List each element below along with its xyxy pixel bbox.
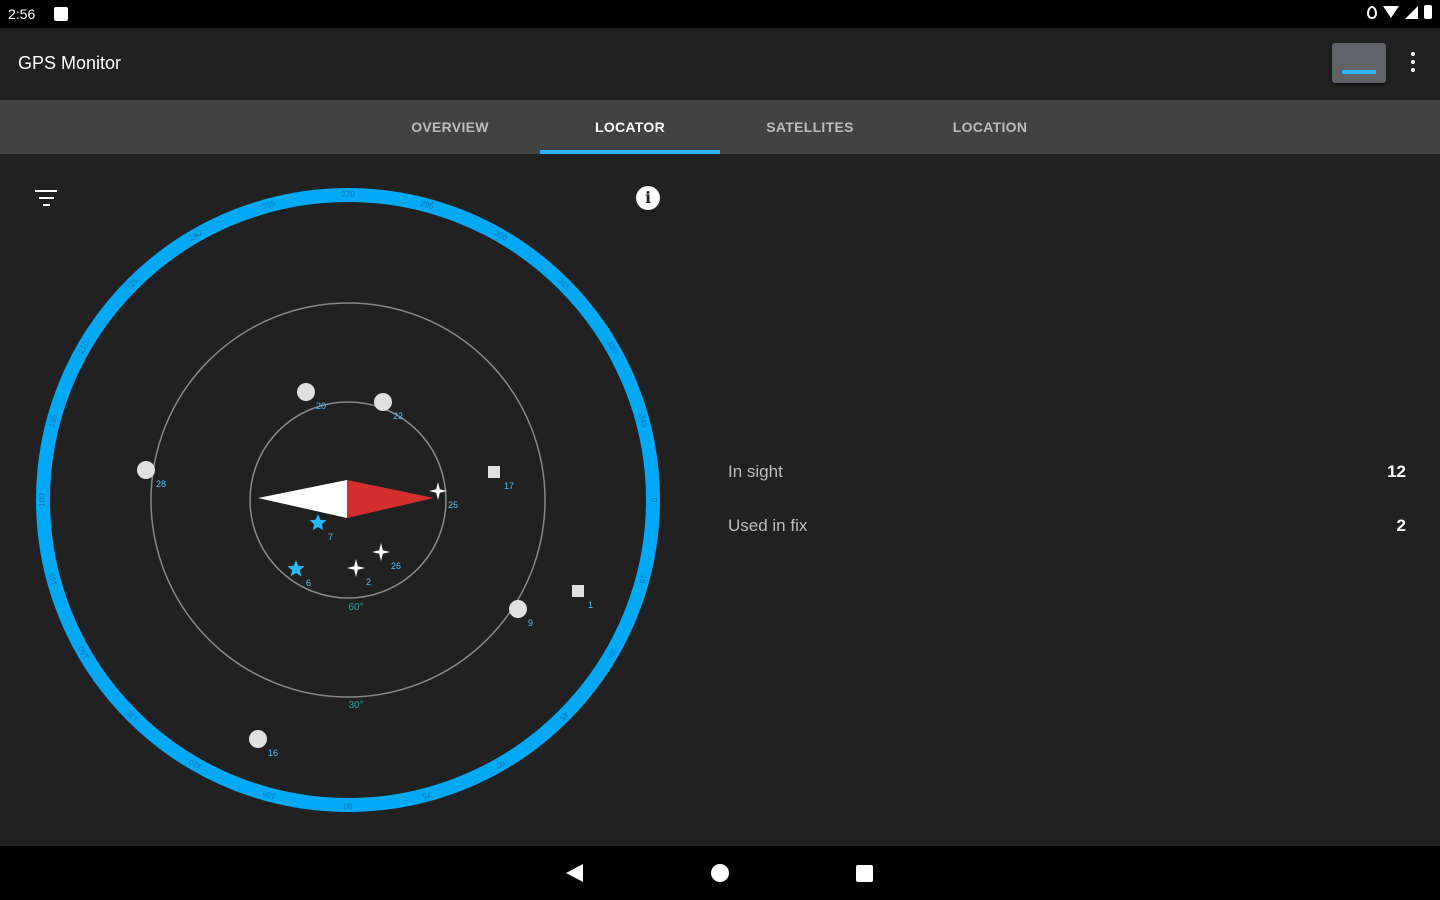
locator-panel: i 0 15 30 45 60 75 90 105 120 135 150 165 180 195 210 2…: [0, 154, 1440, 846]
satellite-circle-icon: [249, 730, 267, 748]
recents-icon[interactable]: [856, 865, 873, 882]
satellite-sparkle-icon: [347, 559, 365, 577]
satellite-id-label: 16: [268, 748, 278, 758]
satellite-marker: 22: [374, 393, 403, 421]
bezel-label: 180: [38, 493, 47, 507]
satellite-id-label: 20: [316, 401, 326, 411]
satellite-id-label: 6: [306, 578, 311, 588]
satellite-marker: 25: [429, 482, 458, 510]
satellite-circle-icon: [374, 393, 392, 411]
satellite-marker: 16: [249, 730, 278, 758]
bezel-label: 90: [343, 801, 352, 810]
in-sight-label: In sight: [728, 462, 783, 481]
battery-icon: [1424, 5, 1432, 19]
used-in-fix-value: 2: [1396, 516, 1406, 535]
satellite-star-icon: [309, 514, 327, 531]
message-icon: [54, 7, 68, 21]
bezel-label: 270: [341, 190, 355, 199]
satellite-marker: 9: [509, 600, 533, 628]
screen-toggle-button[interactable]: [1332, 43, 1386, 83]
satellite-stats: In sight 12 Used in fix 2: [728, 448, 1406, 556]
satellite-id-label: 26: [391, 561, 401, 571]
signal-icon: [1405, 5, 1418, 19]
satellite-circle-icon: [137, 461, 155, 479]
satellite-id-label: 17: [504, 481, 514, 491]
satellite-star-icon: [287, 560, 305, 577]
needle-north: [347, 480, 434, 518]
back-icon[interactable]: [566, 864, 583, 882]
location-icon: [1367, 5, 1377, 19]
ring-label-30: 30°: [348, 700, 363, 711]
stat-in-sight: In sight 12: [728, 448, 1406, 502]
satellite-marker: 26: [372, 543, 401, 571]
in-sight-value: 12: [1387, 462, 1406, 481]
status-bar: 2:56: [0, 0, 1440, 28]
satellite-id-label: 2: [366, 577, 371, 587]
used-in-fix-label: Used in fix: [728, 516, 808, 535]
nav-bar: [0, 846, 1440, 900]
satellite-circle-icon: [509, 600, 527, 618]
satellite-marker: 17: [488, 466, 514, 491]
satellite-id-label: 9: [528, 618, 533, 628]
status-icons: [1367, 5, 1432, 19]
satellite-circle-icon: [297, 383, 315, 401]
tab-overview[interactable]: OVERVIEW: [360, 100, 540, 154]
home-icon[interactable]: [711, 864, 729, 882]
satellite-id-label: 28: [156, 479, 166, 489]
tab-locator[interactable]: LOCATOR: [540, 100, 720, 154]
tab-satellites[interactable]: SATELLITES: [720, 100, 900, 154]
status-time: 2:56: [8, 6, 36, 22]
satellite-id-label: 7: [328, 532, 333, 542]
bezel-label: 0: [649, 498, 658, 503]
app-bar: GPS Monitor: [0, 28, 1440, 100]
satellite-marker: 20: [297, 383, 326, 411]
satellite-markers: 2022289161712526276: [137, 383, 593, 758]
satellite-id-label: 1: [588, 600, 593, 610]
needle-south: [258, 480, 347, 518]
satellite-marker: 6: [287, 560, 311, 588]
more-vert-icon[interactable]: [1404, 52, 1422, 76]
wifi-icon: [1383, 6, 1399, 18]
satellite-id-label: 25: [448, 500, 458, 510]
app-title: GPS Monitor: [18, 53, 122, 73]
sky-plot: 0153045607590105120135150165180195210225…: [36, 188, 660, 812]
satellite-marker: 7: [309, 514, 333, 542]
satellite-marker: 2: [347, 559, 371, 587]
satellite-square-icon: [572, 585, 584, 597]
satellite-id-label: 22: [393, 411, 403, 421]
tab-location[interactable]: LOCATION: [900, 100, 1080, 154]
satellite-marker: 1: [572, 585, 593, 610]
compass-needle: [258, 480, 434, 518]
satellite-square-icon: [488, 466, 500, 478]
satellite-sparkle-icon: [372, 543, 390, 561]
screen-toggle-icon: [1342, 70, 1376, 74]
stat-used-in-fix: Used in fix 2: [728, 502, 1406, 556]
ring-label-60: 60°: [348, 602, 363, 613]
tab-bar: OVERVIEW LOCATOR SATELLITES LOCATION: [0, 100, 1440, 154]
